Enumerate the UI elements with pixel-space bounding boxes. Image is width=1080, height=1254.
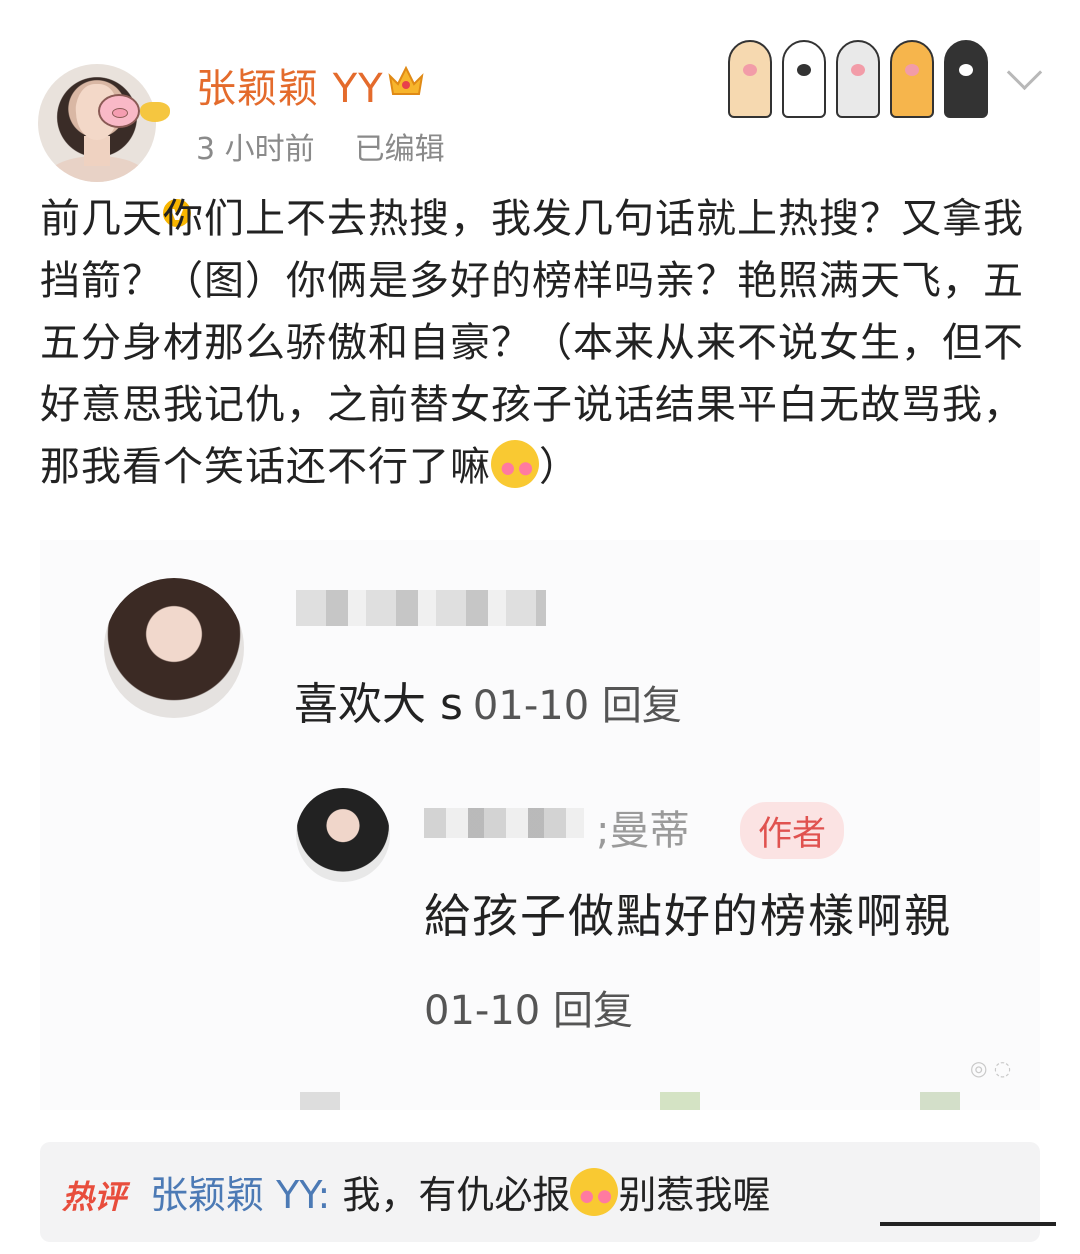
paw-icon bbox=[728, 40, 772, 118]
post-time: 3 小时前 bbox=[196, 132, 315, 167]
cat-paws-decoration bbox=[728, 10, 998, 120]
hot-comment-tag: 热评 bbox=[62, 1178, 127, 1216]
paw-icon bbox=[890, 40, 934, 118]
post-image[interactable]: 喜欢大 s 01-10 回复 ;曼蒂 作者 給孩子做點好的榜樣啊親 01-10 回… bbox=[40, 540, 1040, 1110]
avatar-container[interactable]: v bbox=[38, 64, 194, 230]
avatar[interactable] bbox=[38, 64, 156, 182]
blush-emoji-icon bbox=[491, 440, 539, 488]
paw-icon bbox=[836, 40, 880, 118]
cropped-row bbox=[40, 1092, 1040, 1110]
reply-text: 給孩子做點好的榜樣啊親 bbox=[424, 889, 952, 943]
post-text: 前几天你们上不去热搜，我发几句话就上热搜？又拿我挡箭？（图）你俩是多好的榜样吗亲… bbox=[40, 188, 1040, 498]
crown-icon bbox=[388, 65, 424, 95]
comment-date: 01-10 回复 bbox=[472, 683, 682, 729]
edited-label[interactable]: 已编辑 bbox=[355, 132, 445, 167]
divider bbox=[880, 1222, 1056, 1226]
hot-comment-body: 我，有仇必报 bbox=[330, 1173, 571, 1217]
username[interactable]: 张颖颖 YY bbox=[196, 56, 384, 114]
commenter-avatar bbox=[104, 578, 244, 718]
blurred-username bbox=[424, 808, 584, 838]
author-badge: 作者 bbox=[740, 802, 844, 859]
reply-avatar bbox=[296, 788, 390, 882]
hot-comment-body-end: 别惹我喔 bbox=[618, 1173, 771, 1217]
reply-date: 01-10 回复 bbox=[424, 988, 633, 1034]
post-text-end: ） bbox=[539, 444, 580, 490]
hot-comment-text: 张颖颖 YY: 我，有仇必报 别惹我喔 bbox=[150, 1164, 770, 1219]
post-text-content: 前几天你们上不去热搜，我发几句话就上热搜？又拿我挡箭？（图）你俩是多好的榜样吗亲… bbox=[40, 196, 1024, 490]
blurred-username bbox=[296, 590, 546, 626]
reply-username: ;曼蒂 bbox=[596, 808, 690, 854]
watermark-icon: ◎ ◌ bbox=[970, 1056, 1012, 1080]
paw-icon bbox=[782, 40, 826, 118]
comment-text: 喜欢大 s bbox=[294, 679, 463, 730]
post-meta: 3 小时前 已编辑 bbox=[196, 124, 445, 168]
hot-comment-author[interactable]: 张颖颖 YY: bbox=[150, 1173, 330, 1217]
paw-icon bbox=[944, 40, 988, 118]
chevron-down-icon[interactable] bbox=[1006, 54, 1043, 91]
pig-decoration-icon bbox=[98, 94, 140, 128]
bow-decoration-icon bbox=[140, 102, 170, 122]
hot-comment-bar[interactable]: 热评 张颖颖 YY: 我，有仇必报 别惹我喔 bbox=[40, 1142, 1040, 1242]
blush-emoji-icon bbox=[570, 1168, 619, 1216]
comment: 喜欢大 s 01-10 回复 bbox=[294, 668, 682, 732]
